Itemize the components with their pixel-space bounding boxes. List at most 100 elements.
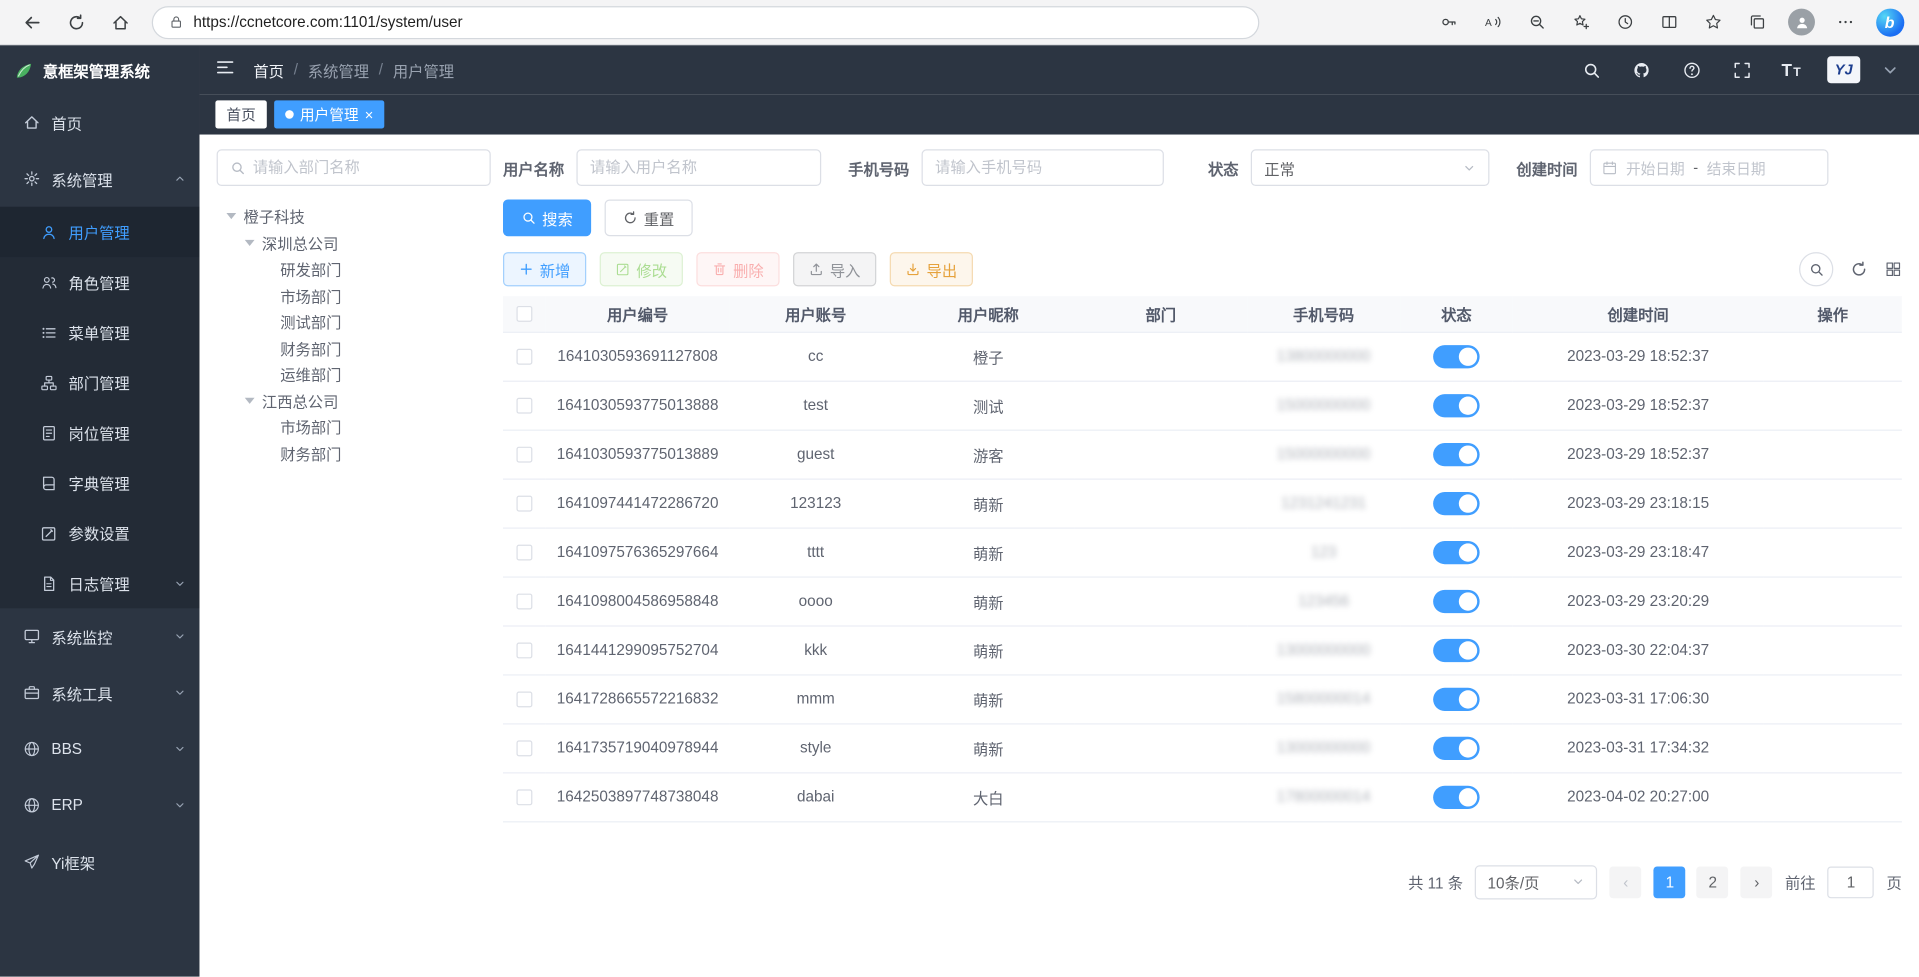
fullscreen-button[interactable] <box>1727 55 1756 84</box>
header-search-button[interactable] <box>1576 55 1605 84</box>
breadcrumb-item[interactable]: 系统管理 <box>308 58 369 81</box>
sidebar-item-post[interactable]: 岗位管理 <box>0 408 199 458</box>
status-toggle[interactable] <box>1433 687 1480 710</box>
tree-node-研发部门[interactable]: 研发部门 <box>217 256 491 282</box>
tree-node-江西总公司[interactable]: 江西总公司 <box>217 387 491 413</box>
browser-settings-button[interactable] <box>1831 7 1860 36</box>
sidebar-item-dict[interactable]: 字典管理 <box>0 458 199 508</box>
tree-node-测试部门[interactable]: 测试部门 <box>217 308 491 334</box>
row-checkbox[interactable] <box>516 545 532 561</box>
edit-button[interactable]: 修改 <box>600 252 683 286</box>
read-aloud-button[interactable]: A <box>1478 7 1507 36</box>
favorites-button[interactable] <box>1699 7 1728 36</box>
goto-page-input[interactable] <box>1828 866 1875 898</box>
tab-用户管理[interactable]: 用户管理× <box>274 100 384 128</box>
browser-back-button[interactable] <box>15 5 49 39</box>
status-toggle[interactable] <box>1433 491 1480 514</box>
zoom-button[interactable] <box>1522 7 1551 36</box>
sidebar-item-system[interactable]: 系统管理 <box>0 151 199 207</box>
status-toggle[interactable] <box>1433 345 1480 368</box>
delete-button[interactable]: 删除 <box>696 252 779 286</box>
phone-input[interactable] <box>935 159 1150 176</box>
collapse-sidebar-button[interactable] <box>215 57 235 83</box>
copilot-button[interactable]: b <box>1875 7 1904 36</box>
dept-search-input[interactable] <box>253 159 478 176</box>
sidebar-item-role[interactable]: 角色管理 <box>0 257 199 307</box>
tree-node-橙子科技[interactable]: 橙子科技 <box>217 203 491 229</box>
add-favorite-button[interactable] <box>1567 7 1596 36</box>
history-button[interactable] <box>1611 7 1640 36</box>
status-select[interactable]: 正常 <box>1251 149 1490 186</box>
refresh-table-button[interactable] <box>1850 261 1867 278</box>
sidebar-item-param[interactable]: 参数设置 <box>0 508 199 558</box>
status-toggle[interactable] <box>1433 589 1480 612</box>
collections-button[interactable] <box>1743 7 1772 36</box>
tree-expand-caret-icon[interactable] <box>226 213 236 219</box>
row-checkbox[interactable] <box>516 447 532 463</box>
password-key-button[interactable] <box>1434 7 1463 36</box>
row-checkbox[interactable] <box>516 741 532 757</box>
row-checkbox[interactable] <box>516 496 532 512</box>
tab-close-icon[interactable]: × <box>365 107 374 122</box>
tab-首页[interactable]: 首页 <box>215 100 266 128</box>
user-avatar-logo[interactable]: YJ <box>1827 56 1860 83</box>
export-button[interactable]: 导出 <box>890 252 973 286</box>
add-button[interactable]: 新增 <box>503 252 586 286</box>
select-all-checkbox[interactable] <box>516 306 532 322</box>
row-checkbox[interactable] <box>516 692 532 708</box>
font-size-button[interactable]: TT <box>1777 55 1806 84</box>
sidebar-item-home[interactable]: 首页 <box>0 94 199 150</box>
next-page-button[interactable]: › <box>1741 866 1773 898</box>
status-toggle[interactable] <box>1433 393 1480 416</box>
prev-page-button[interactable]: ‹ <box>1610 866 1642 898</box>
tree-expand-caret-icon[interactable] <box>245 397 255 403</box>
sidebar-item-dept[interactable]: 部门管理 <box>0 357 199 407</box>
browser-home-button[interactable] <box>103 5 137 39</box>
tree-node-市场部门[interactable]: 市场部门 <box>217 282 491 308</box>
app-logo[interactable]: 意框架管理系统 <box>0 45 199 94</box>
import-button[interactable]: 导入 <box>793 252 876 286</box>
github-button[interactable] <box>1626 55 1655 84</box>
row-checkbox[interactable] <box>516 349 532 365</box>
search-button[interactable]: 搜索 <box>503 199 591 236</box>
column-settings-button[interactable] <box>1885 261 1902 278</box>
status-toggle[interactable] <box>1433 638 1480 661</box>
tree-node-财务部门[interactable]: 财务部门 <box>217 440 491 466</box>
page-button-1[interactable]: 1 <box>1654 866 1686 898</box>
address-bar[interactable]: https://ccnetcore.com:1101/system/user <box>152 6 1260 39</box>
sidebar-item-tools[interactable]: 系统工具 <box>0 665 199 721</box>
row-checkbox[interactable] <box>516 643 532 659</box>
page-button-2[interactable]: 2 <box>1697 866 1729 898</box>
reset-button[interactable]: 重置 <box>605 199 693 236</box>
browser-refresh-button[interactable] <box>59 5 93 39</box>
status-toggle[interactable] <box>1433 442 1480 465</box>
status-toggle[interactable] <box>1433 736 1480 759</box>
sidebar-item-user[interactable]: 用户管理 <box>0 207 199 257</box>
username-input[interactable] <box>590 159 808 176</box>
row-checkbox[interactable] <box>516 594 532 610</box>
profile-button[interactable] <box>1787 7 1816 36</box>
sidebar-item-yiframe[interactable]: Yi框架 <box>0 833 199 889</box>
status-toggle[interactable] <box>1433 785 1480 808</box>
split-screen-button[interactable] <box>1655 7 1684 36</box>
help-button[interactable] <box>1677 55 1706 84</box>
tree-node-深圳总公司[interactable]: 深圳总公司 <box>217 229 491 255</box>
toggle-search-button[interactable] <box>1799 252 1833 286</box>
sidebar-item-menu[interactable]: 菜单管理 <box>0 307 199 357</box>
row-checkbox[interactable] <box>516 789 532 805</box>
sidebar-item-erp[interactable]: ERP <box>0 777 199 833</box>
avatar-caret-icon[interactable] <box>1881 61 1899 79</box>
page-size-select[interactable]: 10条/页 <box>1475 865 1597 899</box>
sidebar-item-monitor[interactable]: 系统监控 <box>0 608 199 664</box>
sidebar-item-log[interactable]: 日志管理 <box>0 558 199 608</box>
tree-node-财务部门[interactable]: 财务部门 <box>217 335 491 361</box>
tree-expand-caret-icon[interactable] <box>245 240 255 246</box>
status-toggle[interactable] <box>1433 540 1480 563</box>
breadcrumb-item[interactable]: 首页 <box>253 58 284 81</box>
date-range-picker[interactable]: 开始日期 - 结束日期 <box>1590 149 1829 186</box>
row-checkbox[interactable] <box>516 398 532 414</box>
tree-node-市场部门[interactable]: 市场部门 <box>217 414 491 440</box>
sidebar-item-bbs[interactable]: BBS <box>0 721 199 777</box>
sidebar-item-label: 系统监控 <box>51 625 112 648</box>
tree-node-运维部门[interactable]: 运维部门 <box>217 361 491 387</box>
